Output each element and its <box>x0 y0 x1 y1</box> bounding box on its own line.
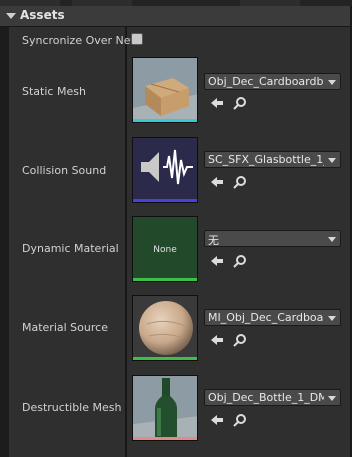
indent-gutter <box>0 27 9 457</box>
asset-combo-material-source[interactable]: MI_Obj_Dec_Cardboard_ <box>204 309 341 326</box>
asset-label-dynamic-material: Dynamic Material <box>22 242 119 255</box>
material-sphere-thumbnail <box>133 296 197 360</box>
assets-section-header[interactable]: Assets <box>0 6 350 27</box>
use-selected-arrow-icon[interactable] <box>210 96 224 110</box>
thumbnail-none-text: None <box>153 245 177 255</box>
asset-combo-destructible-mesh[interactable]: Obj_Dec_Bottle_1_DM <box>204 389 341 406</box>
browse-search-icon[interactable] <box>233 333 247 347</box>
asset-label-destructible-mesh: Destructible Mesh <box>22 401 122 414</box>
asset-thumbnail-material-source[interactable] <box>132 295 198 361</box>
use-selected-arrow-icon[interactable] <box>210 333 224 347</box>
chevron-down-icon <box>328 80 336 85</box>
asset-combo-static-mesh[interactable]: Obj_Dec_Cardboardbox_ <box>204 73 341 90</box>
asset-value: 无 <box>208 234 219 247</box>
sync-label: Syncronize Over Net <box>22 34 135 47</box>
asset-thumbnail-static-mesh[interactable] <box>132 57 198 123</box>
asset-thumbnail-destructible-mesh[interactable] <box>132 375 198 441</box>
section-title: Assets <box>20 8 65 22</box>
asset-type-bar <box>133 357 197 360</box>
browse-search-icon[interactable] <box>233 175 247 189</box>
asset-value: Obj_Dec_Bottle_1_DM <box>208 391 324 404</box>
use-selected-arrow-icon[interactable] <box>210 254 224 268</box>
browse-search-icon[interactable] <box>233 413 247 427</box>
chevron-down-icon <box>328 237 336 242</box>
asset-label-collision-sound: Collision Sound <box>22 164 107 177</box>
browse-search-icon[interactable] <box>233 254 247 268</box>
asset-thumbnail-dynamic-material[interactable]: None <box>132 216 198 282</box>
asset-label-material-source: Material Source <box>22 321 108 334</box>
asset-type-bar <box>133 199 197 202</box>
asset-type-bar <box>133 278 197 281</box>
collapse-arrow-icon[interactable] <box>6 13 16 19</box>
column-splitter[interactable] <box>125 27 127 457</box>
sync-checkbox[interactable] <box>131 33 143 45</box>
asset-thumbnail-collision-sound[interactable] <box>132 137 198 203</box>
asset-value: Obj_Dec_Cardboardbox_ <box>208 75 324 88</box>
cardboard-box-thumbnail <box>133 58 197 122</box>
asset-combo-collision-sound[interactable]: SC_SFX_Glasbottle_1_Cu <box>204 151 341 168</box>
asset-type-bar <box>133 119 197 122</box>
asset-value: SC_SFX_Glasbottle_1_Cu <box>208 153 324 166</box>
chevron-down-icon <box>328 158 336 163</box>
asset-value: MI_Obj_Dec_Cardboard_ <box>208 311 324 324</box>
sound-wave-thumbnail <box>133 138 197 202</box>
use-selected-arrow-icon[interactable] <box>210 175 224 189</box>
use-selected-arrow-icon[interactable] <box>210 413 224 427</box>
chevron-down-icon <box>328 316 336 321</box>
asset-type-bar <box>133 437 197 440</box>
bottle-thumbnail <box>133 376 197 440</box>
chevron-down-icon <box>328 396 336 401</box>
asset-combo-dynamic-material[interactable]: 无 <box>204 230 341 247</box>
browse-search-icon[interactable] <box>233 96 247 110</box>
asset-label-static-mesh: Static Mesh <box>22 85 86 98</box>
